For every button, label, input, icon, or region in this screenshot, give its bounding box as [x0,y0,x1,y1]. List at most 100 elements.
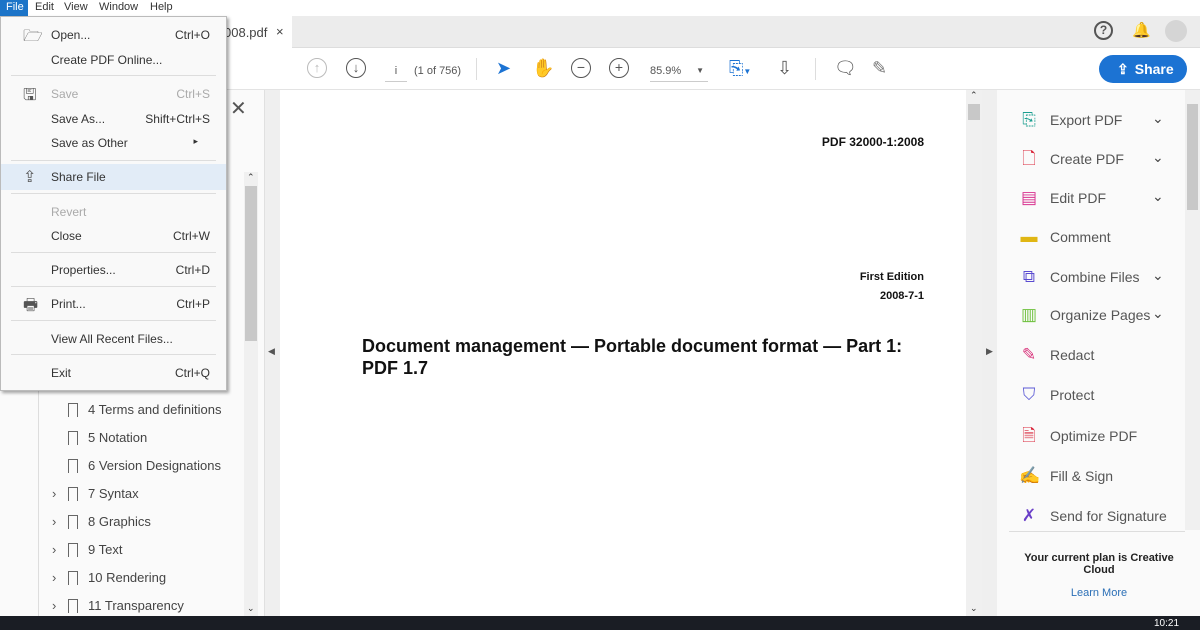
taskbar: 10:21 [0,616,1200,630]
tool-label: Protect [1050,387,1095,403]
menu-item-shortcut: Ctrl+S [176,87,210,101]
menu-separator [11,193,216,194]
help-icon[interactable]: ? [1094,21,1113,40]
divider [1009,531,1185,532]
tools-panel: ⎘ Export PDF ⌄ 🗋 Create PDF ⌄ ▤ Edit PDF ⌄ ▬ Comme… [997,90,1200,616]
menu-separator [11,160,216,161]
protect-icon: ⛉ [1022,385,1036,404]
share-button[interactable]: ⇪ Share [1099,55,1187,83]
send-signature-icon: ✗ [1021,506,1037,525]
menu-item-revert[interactable]: Revert [1,201,226,223]
zoom-in-icon[interactable]: + [609,58,629,78]
menu-item-print[interactable]: 🖶 Print... Ctrl+P [1,293,226,315]
menu-item-open[interactable]: 🗁 Open... Ctrl+O [1,24,226,46]
bookmark-label: 4 Terms and definitions [88,402,222,417]
previous-page-icon[interactable]: ↑ [307,58,327,78]
bookmark-icon [68,543,78,557]
bookmark-label: 9 Text [88,542,123,557]
share-label: Share [1134,61,1174,77]
chevron-down-icon[interactable]: ⌄ [1152,267,1164,284]
comment-icon[interactable]: 🗨 [834,58,857,78]
select-tool-icon[interactable]: ➤ [496,58,511,78]
tool-label: Combine Files [1050,269,1140,285]
zoom-value: 85.9% [650,65,682,77]
chevron-down-icon[interactable]: ⌄ [1152,305,1164,322]
menu-edit[interactable]: Edit [35,1,54,13]
page-fit-icon[interactable]: ⎘▼ [729,58,751,82]
menu-item-save-as[interactable]: Save As... Shift+Ctrl+S [1,108,226,130]
menu-item-create-pdf-online[interactable]: Create PDF Online... [1,49,226,71]
menu-item-properties[interactable]: Properties... Ctrl+D [1,259,226,281]
save-icon: 🖫 [23,87,37,104]
tab-close-icon[interactable]: × [276,24,284,39]
menu-item-label: Create PDF Online... [51,53,163,67]
bookmark-icon [68,599,78,613]
tool-label: Create PDF [1050,151,1124,167]
plan-text: Your current plan is Creative Cloud [1024,552,1174,576]
chevron-down-icon[interactable]: ⌄ [1152,188,1164,205]
next-page-icon[interactable]: ↓ [346,58,366,78]
create-pdf-icon: 🗋 [1022,149,1036,168]
menu-separator [11,320,216,321]
divider [815,58,816,80]
collapse-right-icon[interactable]: ▶ [986,346,993,357]
menu-item-shortcut: Ctrl+Q [174,366,210,380]
scroll-mode-icon[interactable]: ⇩ [777,58,792,78]
menu-item-save[interactable]: 🖫 Save Ctrl+S [1,83,226,105]
document-edition: First Edition [859,271,924,283]
fill-sign-icon: ✍ [1019,466,1041,485]
menu-item-save-as-other[interactable]: Save as Other ▸ [1,132,226,154]
bookmarks-scroll-thumb[interactable] [245,186,257,341]
menu-view[interactable]: View [64,1,88,13]
menu-item-exit[interactable]: Exit Ctrl+Q [1,362,226,384]
combine-files-icon: ⧉ [1022,267,1036,286]
expand-chevron-icon[interactable]: › [52,486,56,501]
bookmark-icon [68,459,78,473]
bookmark-icon [68,487,78,501]
export-pdf-icon: ⎘ [1022,110,1036,129]
menu-item-label: Exit [51,366,72,380]
tool-label: Send for Signature [1050,508,1167,524]
menu-window[interactable]: Window [99,1,138,13]
menu-separator [11,354,216,355]
hand-tool-icon[interactable]: ✋ [532,58,554,78]
bookmark-label: 7 Syntax [88,486,139,501]
menu-help[interactable]: Help [150,1,173,13]
menu-item-share-file[interactable]: ⇪ Share File [1,164,226,190]
document-scrollbar[interactable]: ⌃ ⌄ [966,90,982,616]
organize-pages-icon: ▥ [1020,305,1038,324]
expand-chevron-icon[interactable]: › [52,542,56,557]
expand-chevron-icon[interactable]: › [52,514,56,529]
close-panel-icon[interactable]: ✕ [230,96,247,121]
page-count: (1 of 756) [414,65,462,77]
menu-item-label: View All Recent Files... [51,332,173,346]
expand-chevron-icon[interactable]: › [52,570,56,585]
menu-item-view-all-recent-files[interactable]: View All Recent Files... [1,328,226,350]
highlight-icon[interactable]: ✎ [872,58,887,78]
menu-item-close[interactable]: Close Ctrl+W [1,225,226,247]
chevron-down-icon[interactable]: ⌄ [1152,110,1164,127]
right-collapse-strip[interactable]: ▶ [982,90,997,616]
zoom-out-icon[interactable]: − [571,58,591,78]
menu-file[interactable]: File [0,0,28,16]
document-code: PDF 32000-1:2008 [821,135,924,149]
avatar[interactable] [1165,20,1187,42]
document-title: Document management — Portable document … [362,336,903,378]
menu-item-label: Open... [51,28,91,42]
chevron-down-icon[interactable]: ⌄ [1152,149,1164,166]
bell-icon[interactable]: 🔔 [1132,21,1151,39]
learn-more-link[interactable]: Learn More [1011,587,1187,599]
collapse-left-icon[interactable]: ◀ [268,346,275,357]
zoom-select[interactable]: 85.9% ▼ [650,61,708,82]
tool-label: Redact [1050,347,1095,363]
tools-scrollbar[interactable] [1185,90,1200,530]
folder-icon: 🗁 [23,28,43,45]
expand-chevron-icon[interactable]: › [52,598,56,613]
tool-label: Export PDF [1050,112,1123,128]
submenu-arrow-icon: ▸ [193,136,198,146]
redact-icon: ✎ [1021,345,1037,364]
page-number-input[interactable]: i [385,61,407,82]
menu-item-shortcut: Ctrl+O [174,28,210,42]
left-collapse-strip[interactable]: ◀ [265,90,280,616]
menu-item-label: Properties... [51,263,116,277]
